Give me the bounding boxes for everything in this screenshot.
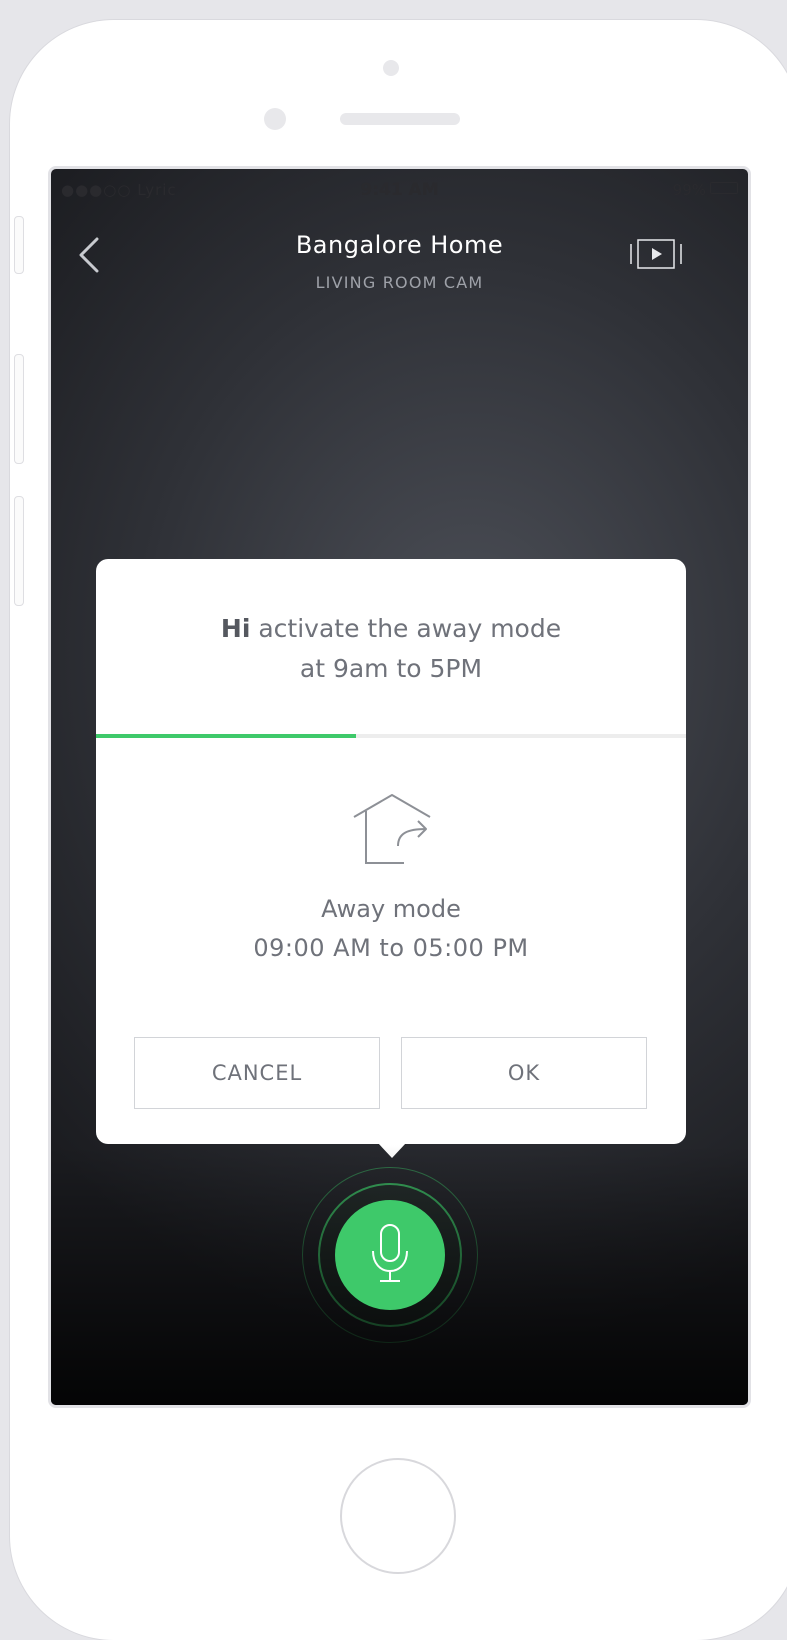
mode-time-range: 09:00 AM to 05:00 PM (253, 934, 529, 962)
page-subtitle: LIVING ROOM CAM (315, 273, 484, 292)
voice-command-dialog: Hi activate the away mode at 9am to 5PM … (96, 559, 686, 1158)
earpiece-speaker (340, 113, 460, 125)
status-time: 9:41 AM (360, 180, 439, 200)
app-screen: ●●●○○ Lyric 9:41 AM 99% Bangalore Home L… (48, 166, 751, 1408)
volume-down-button (14, 496, 24, 606)
battery-icon (710, 182, 738, 194)
status-bar: ●●●○○ Lyric 9:41 AM 99% (51, 169, 748, 211)
microphone-icon (372, 1224, 408, 1282)
voice-control (302, 1167, 478, 1343)
mute-switch (14, 216, 24, 274)
query-time-text: at 9am to 5PM (299, 654, 483, 683)
query-text: activate the away mode (250, 614, 562, 643)
video-player-icon[interactable] (629, 237, 683, 271)
voice-query-text: Hi activate the away mode at 9am to 5PM (96, 609, 686, 689)
ok-button[interactable]: OK (401, 1037, 647, 1109)
volume-up-button (14, 354, 24, 464)
proximity-sensor (264, 108, 286, 130)
battery-percent: 99% (672, 181, 706, 199)
away-home-icon (346, 791, 436, 871)
dialog-pointer (378, 1143, 406, 1158)
query-greeting: Hi (220, 614, 251, 643)
mode-label: Away mode (321, 895, 461, 923)
front-camera (383, 60, 399, 76)
listening-progress-bar (96, 734, 686, 738)
progress-fill (96, 734, 356, 738)
microphone-button[interactable] (335, 1200, 445, 1310)
home-button[interactable] (340, 1458, 456, 1574)
cancel-button[interactable]: CANCEL (134, 1037, 380, 1109)
